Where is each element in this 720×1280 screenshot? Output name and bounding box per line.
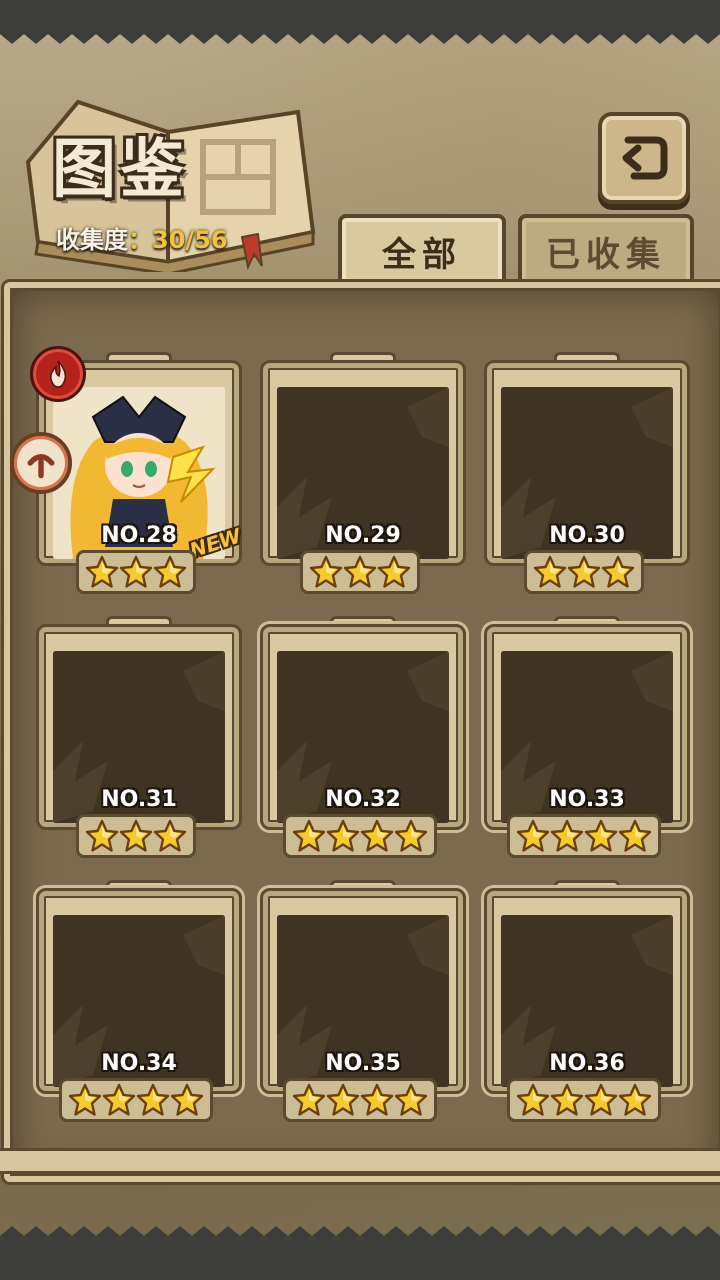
star-icon [394, 1083, 428, 1117]
star-rating [484, 550, 684, 594]
tab-all[interactable]: 全部 [338, 214, 506, 284]
page-title: 图鉴 [52, 132, 188, 207]
star-icon [102, 1083, 136, 1117]
star-rating [36, 1078, 236, 1122]
star-icon [584, 819, 618, 853]
card-number: NO.35 [325, 1051, 401, 1076]
panel-bottom-bar [0, 1148, 720, 1174]
star-icon [326, 1083, 360, 1117]
star-icon [153, 555, 187, 589]
progress-value: 30/56 [152, 226, 228, 254]
collection-card[interactable]: NO.30 [484, 350, 690, 594]
star-icon [170, 1083, 204, 1117]
star-icon [85, 555, 119, 589]
star-rating [36, 814, 236, 858]
star-rating [260, 814, 460, 858]
tab-all-label: 全部 [382, 234, 462, 275]
star-icon [119, 819, 153, 853]
star-icon [394, 819, 428, 853]
star-rating [484, 1078, 684, 1122]
star-icon [584, 1083, 618, 1117]
star-icon [360, 1083, 394, 1117]
bottom-zigzag-border [0, 1226, 720, 1280]
card-frame: NO.31 [36, 624, 242, 830]
progress-label: 收集度 [56, 226, 128, 254]
star-icon [377, 555, 411, 589]
star-icon [85, 819, 119, 853]
collection-card[interactable]: NO.31 [36, 614, 242, 858]
back-arrow-icon [622, 136, 668, 180]
tab-collected-label: 已收集 [546, 234, 666, 275]
tab-collected[interactable]: 已收集 [518, 214, 694, 284]
star-icon [360, 819, 394, 853]
fire-element-icon [30, 346, 86, 402]
star-icon [550, 819, 584, 853]
back-button[interactable] [598, 112, 690, 204]
star-icon [136, 1083, 170, 1117]
star-icon [292, 1083, 326, 1117]
star-icon [153, 819, 187, 853]
star-icon [119, 555, 153, 589]
collection-card[interactable]: NO.35 [260, 878, 466, 1122]
star-icon [567, 555, 601, 589]
card-frame: NO.36 [484, 888, 690, 1094]
collection-card[interactable]: NO.36 [484, 878, 690, 1122]
star-icon [292, 819, 326, 853]
collection-card[interactable]: NO.29 [260, 350, 466, 594]
star-icon [533, 555, 567, 589]
progress-colon: ： [128, 226, 152, 254]
card-frame: NO.30 [484, 360, 690, 566]
card-number: NO.29 [325, 523, 401, 548]
star-icon [601, 555, 635, 589]
card-frame: NO.35 [260, 888, 466, 1094]
collection-progress: 收集度：30/56 [56, 220, 228, 255]
card-number: NO.31 [101, 787, 177, 812]
star-icon [618, 1083, 652, 1117]
collection-card[interactable]: NO.32 [260, 614, 466, 858]
card-frame: NO.32 [260, 624, 466, 830]
card-frame: NO.34 [36, 888, 242, 1094]
star-icon [68, 1083, 102, 1117]
card-number: NO.33 [549, 787, 625, 812]
collection-card[interactable]: NO.33 [484, 614, 690, 858]
collection-card[interactable]: NO.28 NEW [10, 346, 244, 594]
star-icon [343, 555, 377, 589]
card-number: NO.32 [325, 787, 401, 812]
star-icon [550, 1083, 584, 1117]
star-icon [326, 819, 360, 853]
card-frame: NO.29 [260, 360, 466, 566]
star-rating [260, 550, 460, 594]
star-icon [516, 1083, 550, 1117]
star-rating [260, 1078, 460, 1122]
star-rating [484, 814, 684, 858]
collection-card[interactable]: NO.34 [36, 878, 242, 1122]
card-number: NO.34 [101, 1051, 177, 1076]
star-rating [36, 550, 236, 594]
role-type-icon [10, 432, 72, 494]
card-number: NO.30 [549, 523, 625, 548]
card-frame: NO.33 [484, 624, 690, 830]
star-icon [618, 819, 652, 853]
card-number: NO.36 [549, 1051, 625, 1076]
star-icon [516, 819, 550, 853]
star-icon [309, 555, 343, 589]
